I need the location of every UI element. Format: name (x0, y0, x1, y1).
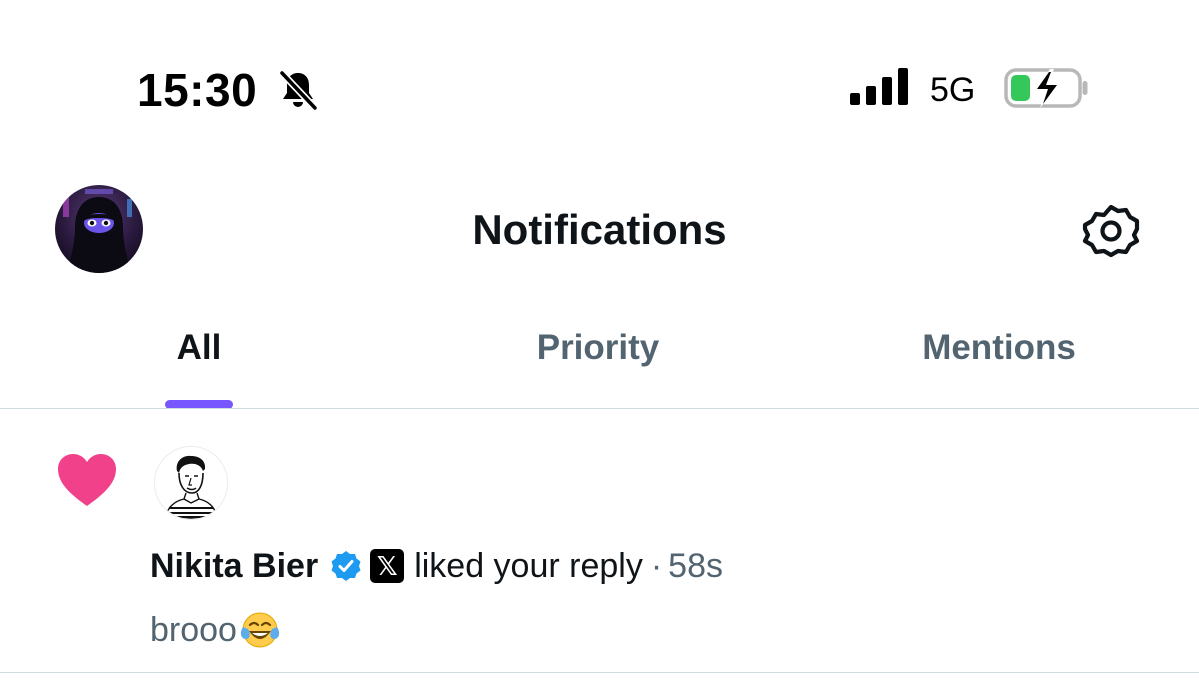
bell-slash-icon (278, 69, 319, 112)
notification-user-name[interactable]: Nikita Bier (150, 544, 318, 588)
gear-icon[interactable] (1080, 200, 1142, 262)
x-affiliate-badge-icon: 𝕏 (370, 549, 405, 583)
separator-dot: · (650, 547, 663, 585)
snippet-text: brooo (150, 611, 237, 649)
notification-divider (0, 672, 1199, 673)
tabs-divider (0, 408, 1199, 409)
notification-snippet[interactable]: brooo (150, 608, 281, 652)
page-title: Notifications (472, 206, 727, 253)
user-avatar[interactable] (154, 446, 228, 520)
verified-badge-icon (331, 551, 361, 581)
face-with-tears-of-joy-icon (240, 612, 280, 648)
tab-mentions[interactable]: Mentions (798, 326, 1199, 370)
network-type: 5G (930, 71, 976, 109)
notification-text: Nikita Bier 𝕏 liked your reply · 58s (150, 544, 723, 588)
tab-all[interactable]: All (0, 326, 398, 370)
status-time: 15:30 (137, 64, 258, 116)
battery-charging-icon (1004, 68, 1088, 108)
user-avatar-sketch (155, 447, 227, 519)
cellular-signal-icon (850, 68, 908, 105)
heart-icon (58, 454, 116, 506)
tab-priority[interactable]: Priority (398, 326, 798, 370)
notification-action: liked your reply (414, 547, 643, 585)
notification-time: 58s (668, 547, 723, 585)
